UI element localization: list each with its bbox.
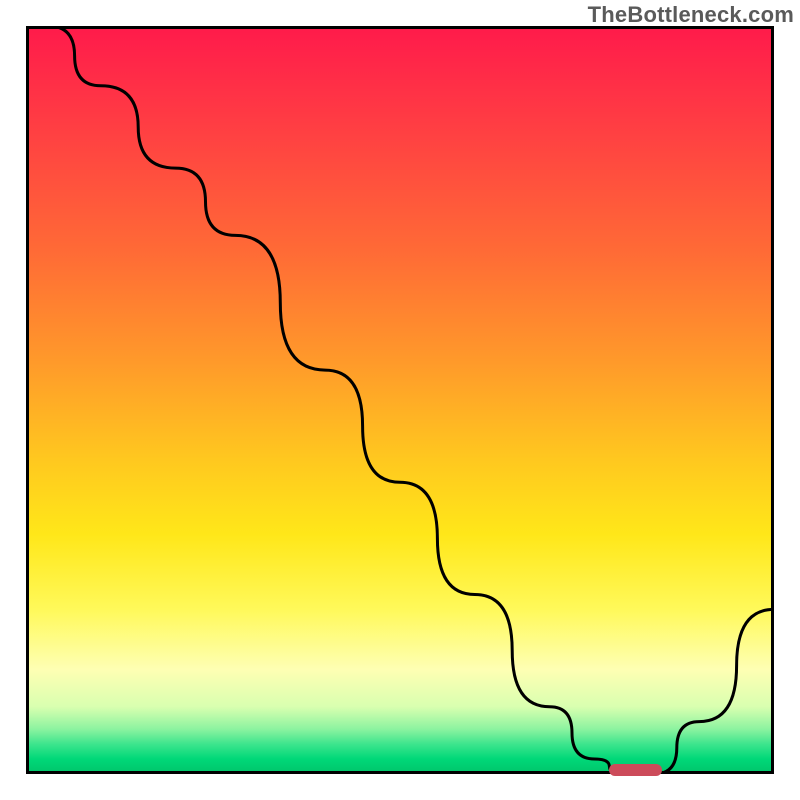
plot-background-gradient — [26, 26, 774, 774]
chart-canvas: TheBottleneck.com — [0, 0, 800, 800]
watermark-text: TheBottleneck.com — [588, 2, 794, 28]
highlight-marker — [609, 764, 661, 776]
